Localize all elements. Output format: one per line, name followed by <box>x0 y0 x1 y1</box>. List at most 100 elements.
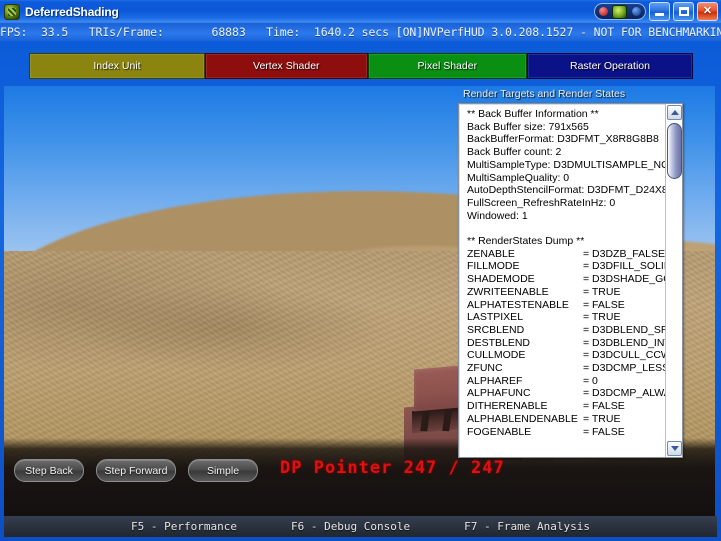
minimize-button[interactable] <box>649 2 670 21</box>
render-states-text: ** Back Buffer Information ** Back Buffer… <box>459 104 665 457</box>
red-indicator-dot <box>599 7 609 16</box>
render-state-key: ALPHAREF <box>467 374 523 387</box>
render-state-value: = D3DSHADE_GO <box>583 273 665 286</box>
render-state-key: ALPHABLENDENABLE <box>467 412 578 425</box>
back-buffer-heading: ** Back Buffer Information ** <box>467 108 599 120</box>
unit-bar-label: Pixel Shader <box>417 60 478 72</box>
button-label: Simple <box>206 464 240 477</box>
button-label: Step Forward <box>104 464 168 477</box>
scrollbar-thumb[interactable] <box>667 123 682 179</box>
render-state-row: DITHERENABLE = FALSE <box>467 400 663 413</box>
unit-bar-segment-raster-operation[interactable]: Raster Operation <box>526 53 693 79</box>
render-state-key: ALPHAFUNC <box>467 387 531 400</box>
frame-step-controls: Step Back Step Forward Simple <box>14 459 258 482</box>
render-state-row: LASTPIXEL = TRUE <box>467 311 663 324</box>
render-state-key: ALPHATESTENABLE <box>467 298 569 311</box>
status-hint-f5: F5 - Performance <box>130 520 237 533</box>
render-state-value: = D3DFILL_SOLID <box>583 260 665 273</box>
step-forward-button[interactable]: Step Forward <box>96 459 176 482</box>
render-state-key: ZWRITEENABLE <box>467 285 549 298</box>
render-state-value: = FALSE <box>583 400 625 413</box>
unit-bar-segment-pixel-shader[interactable]: Pixel Shader <box>367 53 527 79</box>
unit-bar-segment-vertex-shader[interactable]: Vertex Shader <box>204 53 368 79</box>
unit-bar-segment-index-unit[interactable]: Index Unit <box>29 53 205 79</box>
render-state-value: = TRUE <box>583 285 621 298</box>
back-buffer-line: Back Buffer count: 2 <box>467 146 562 159</box>
function-key-status-bar: F5 - Performance F6 - Debug Console F7 - F… <box>4 516 717 537</box>
render-targets-panel: Render Targets and Render States ** Back… <box>458 88 683 458</box>
render-state-row: FILLMODE = D3DFILL_SOLID <box>467 260 665 273</box>
render-state-value: = 0 <box>583 374 598 387</box>
unit-bar-label: Vertex Shader <box>253 60 320 72</box>
render-state-value: = TRUE <box>583 412 621 425</box>
render-state-key: SRCBLEND <box>467 323 525 336</box>
render-state-key: CULLMODE <box>467 349 526 362</box>
perf-hud-status-line: FPS: 33.5 TRIs/Frame: 68883 Time: 1640.2… <box>0 24 721 41</box>
render-state-row: ZWRITEENABLE = TRUE <box>467 286 663 299</box>
render-state-value: = D3DBLEND_SRC <box>583 323 665 336</box>
blue-indicator-dot <box>631 7 641 16</box>
status-hint-f7: F7 - Frame Analysis <box>464 520 591 533</box>
back-buffer-line: MultiSampleQuality: 0 <box>467 171 570 184</box>
render-state-key: ZFUNC <box>467 362 503 375</box>
nvidia-logo-icon <box>612 4 628 19</box>
render-state-value: = D3DZB_FALSE <box>583 247 665 260</box>
render-state-row: ALPHABLENDENABLE = TRUE <box>467 413 663 426</box>
render-state-row: SRCBLEND = D3DBLEND_SRC <box>467 323 665 337</box>
window-title: DeferredShading <box>25 5 119 19</box>
nvidia-tray-indicator[interactable] <box>594 3 646 20</box>
status-hint-f6: F6 - Debug Console <box>290 520 411 533</box>
render-state-key: SHADEMODE <box>467 273 535 286</box>
close-button[interactable]: ✕ <box>697 2 718 21</box>
minimize-icon <box>655 12 664 16</box>
simple-button[interactable]: Simple <box>188 459 258 482</box>
render-state-row: DESTBLEND = D3DBLEND_INV <box>467 336 665 350</box>
titlebar-controls: ✕ <box>594 2 718 21</box>
render-state-key: FOGENABLE <box>467 425 532 438</box>
unit-bar-label: Index Unit <box>93 60 141 72</box>
render-state-value: = D3DCULL_CCW <box>583 349 665 362</box>
render-states-listbox[interactable]: ** Back Buffer Information ** Back Buffer… <box>458 103 683 458</box>
render-state-row: ZFUNC = D3DCMP_LESSEQU <box>467 362 665 375</box>
back-buffer-line: BackBufferFormat: D3DFMT_X8R8G8B8 <box>467 133 659 146</box>
scroll-down-icon[interactable] <box>667 441 682 456</box>
render-state-row: ZENABLE = D3DZB_FALSE <box>467 247 665 261</box>
back-buffer-line: MultiSampleType: D3DMULTISAMPLE_NON <box>467 158 665 171</box>
button-label: Step Back <box>25 464 73 477</box>
maximize-button[interactable] <box>673 2 694 21</box>
render-state-key: ZENABLE <box>467 247 515 260</box>
render-state-value: = FALSE <box>583 425 625 438</box>
back-buffer-line: Windowed: 1 <box>467 209 528 222</box>
render-state-row: ALPHAFUNC = D3DCMP_ALWA <box>467 387 665 400</box>
render-state-value: = D3DCMP_ALWA <box>583 387 665 400</box>
render-state-row: CULLMODE = D3DCULL_CCW <box>467 349 665 362</box>
title-bar: DeferredShading ✕ <box>0 0 721 24</box>
back-buffer-line: AutoDepthStencilFormat: D3DFMT_D24X8 <box>467 184 665 197</box>
back-buffer-line: Back Buffer size: 791x565 <box>467 120 589 133</box>
render-state-key: DESTBLEND <box>467 336 531 349</box>
step-back-button[interactable]: Step Back <box>14 459 84 482</box>
app-icon <box>4 4 20 20</box>
render-state-key: LASTPIXEL <box>467 311 524 324</box>
close-icon: ✕ <box>702 5 713 17</box>
render-state-value: = D3DCMP_LESSEQU <box>583 362 665 375</box>
maximize-icon <box>678 7 689 16</box>
render-state-value: = TRUE <box>583 311 621 324</box>
dp-pointer-readout: DP Pointer 247 / 247 <box>280 458 505 478</box>
render-state-key: FILLMODE <box>467 260 520 273</box>
render-targets-panel-title: Render Targets and Render States <box>463 88 626 100</box>
render-states-scrollbar[interactable] <box>665 104 682 457</box>
application-window: DeferredShading ✕ FPS: 33.5 TRIs/Frame: … <box>0 0 721 541</box>
scroll-up-icon[interactable] <box>667 105 682 120</box>
render-state-value: = D3DBLEND_INV <box>583 336 665 349</box>
render-state-row: ALPHAREF = 0 <box>467 375 663 388</box>
render-state-row: ALPHATESTENABLE = FALSE <box>467 299 663 312</box>
gpu-unit-bar: Index Unit Vertex Shader Pixel Shader Raste… <box>29 53 693 79</box>
back-buffer-line: FullScreen_RefreshRateInHz: 0 <box>467 196 616 209</box>
render-state-value: = FALSE <box>583 298 625 311</box>
render-state-row: FOGENABLE = FALSE <box>467 426 663 439</box>
unit-bar-label: Raster Operation <box>570 60 650 72</box>
render-state-row: SHADEMODE = D3DSHADE_GO <box>467 273 665 286</box>
render-states-heading: ** RenderStates Dump ** <box>467 235 585 248</box>
